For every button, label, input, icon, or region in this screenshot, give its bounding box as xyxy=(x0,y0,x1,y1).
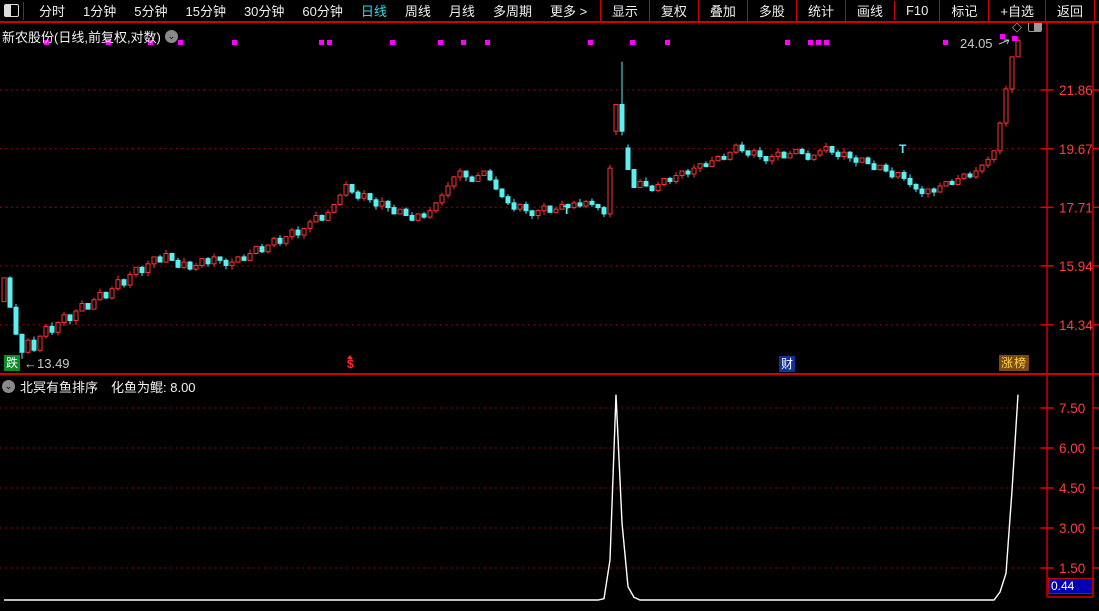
chevron-down-icon[interactable]: ⌄ xyxy=(164,30,178,43)
button-统计[interactable]: 统计 xyxy=(795,0,845,22)
button-F10[interactable]: F10 xyxy=(893,1,939,20)
tab-多周期[interactable]: 多周期 xyxy=(484,0,541,22)
tab-30分钟[interactable]: 30分钟 xyxy=(235,0,293,22)
svg-text:15.94: 15.94 xyxy=(1059,259,1093,274)
tab-分时[interactable]: 分时 xyxy=(30,0,74,22)
fall-badge: 跌 xyxy=(4,355,21,371)
stock-title-row[interactable]: 新农股份(日线,前复权,对数) ⌄ xyxy=(2,27,178,46)
tab-更多 >[interactable]: 更多 > xyxy=(541,0,596,22)
tab-15分钟[interactable]: 15分钟 xyxy=(176,0,234,22)
button-显示[interactable]: 显示 xyxy=(599,0,649,22)
indicator-value: 化鱼为鲲: 8.00 xyxy=(111,380,196,395)
button-画线[interactable]: 画线 xyxy=(844,0,894,22)
svg-text:14.34: 14.34 xyxy=(1059,318,1093,333)
tab-月线[interactable]: 月线 xyxy=(440,0,484,22)
svg-text:1.50: 1.50 xyxy=(1059,561,1085,576)
low-price-label: ←13.49 xyxy=(24,356,70,371)
tab-1分钟[interactable]: 1分钟 xyxy=(74,0,125,22)
tab-周线[interactable]: 周线 xyxy=(396,0,440,22)
svg-text:4.50: 4.50 xyxy=(1059,481,1085,496)
menubar-left: 分时 1分钟 5分钟 15分钟 30分钟 60分钟 日线 周线 月线 多周期 更多 > xyxy=(0,0,596,21)
app-window: 分时 1分钟 5分钟 15分钟 30分钟 60分钟 日线 周线 月线 多周期 更多 > 显示 复权 叠加… xyxy=(0,0,1099,611)
indicator-title-row[interactable]: ⌄ 北冥有鱼排序 化鱼为鲲: 8.00 xyxy=(2,377,196,396)
period-tabs: 分时 1分钟 5分钟 15分钟 30分钟 60分钟 日线 周线 月线 多周期 更多 > xyxy=(30,0,596,22)
finance-report-badge: 财 xyxy=(779,356,796,372)
button-+自选[interactable]: +自选 xyxy=(988,0,1045,22)
button-标记[interactable]: 标记 xyxy=(939,0,988,22)
button-叠加[interactable]: 叠加 xyxy=(697,0,747,22)
chart-canvas: 21.86 19.67 17.71 15.94 14.34 7.50 6.00 4.50 3.0… xyxy=(0,23,1099,601)
svg-text:21.86: 21.86 xyxy=(1059,83,1093,98)
menubar: 分时 1分钟 5分钟 15分钟 30分钟 60分钟 日线 周线 月线 多周期 更多 > 显示 复权 叠加… xyxy=(0,0,1099,23)
svg-text:T: T xyxy=(563,203,571,217)
layout-toggle-icon[interactable] xyxy=(4,4,19,17)
indicator-line xyxy=(4,394,1019,601)
svg-text:3.00: 3.00 xyxy=(1059,521,1085,536)
rise-list-badge: 涨榜 xyxy=(999,355,1030,371)
menubar-divider xyxy=(23,1,24,20)
signal-dots xyxy=(44,34,1017,45)
svg-text:7.50: 7.50 xyxy=(1059,401,1085,416)
high-price-label: 24.05 xyxy=(960,36,993,51)
svg-text:19.67: 19.67 xyxy=(1059,142,1093,157)
svg-text:T: T xyxy=(899,142,907,156)
svg-text:17.71: 17.71 xyxy=(1059,200,1093,215)
dividend-marker: $ xyxy=(347,355,354,370)
button-多股[interactable]: 多股 xyxy=(746,0,796,22)
chevron-down-icon[interactable]: ⌄ xyxy=(2,380,15,393)
tab-5分钟[interactable]: 5分钟 xyxy=(125,0,176,22)
stock-title: 新农股份(日线,前复权,对数) xyxy=(2,30,161,45)
button-复权[interactable]: 复权 xyxy=(648,0,698,22)
candles xyxy=(1,36,1021,359)
indicator-name: 北冥有鱼排序 xyxy=(20,380,99,395)
indicator-min-value: 0.44 xyxy=(1048,578,1093,594)
tab-日线[interactable]: 日线 xyxy=(352,0,396,22)
toolbar-buttons: 显示 复权 叠加 多股 统计 画线 F10 标记 +自选 返回 xyxy=(599,0,1095,22)
tab-60分钟[interactable]: 60分钟 xyxy=(293,0,351,22)
svg-text:6.00: 6.00 xyxy=(1059,441,1085,456)
dollar-icon: $ xyxy=(347,357,354,371)
indicator-axis: 7.50 6.00 4.50 3.00 1.50 xyxy=(0,401,1099,576)
button-返回[interactable]: 返回 xyxy=(1044,0,1095,22)
